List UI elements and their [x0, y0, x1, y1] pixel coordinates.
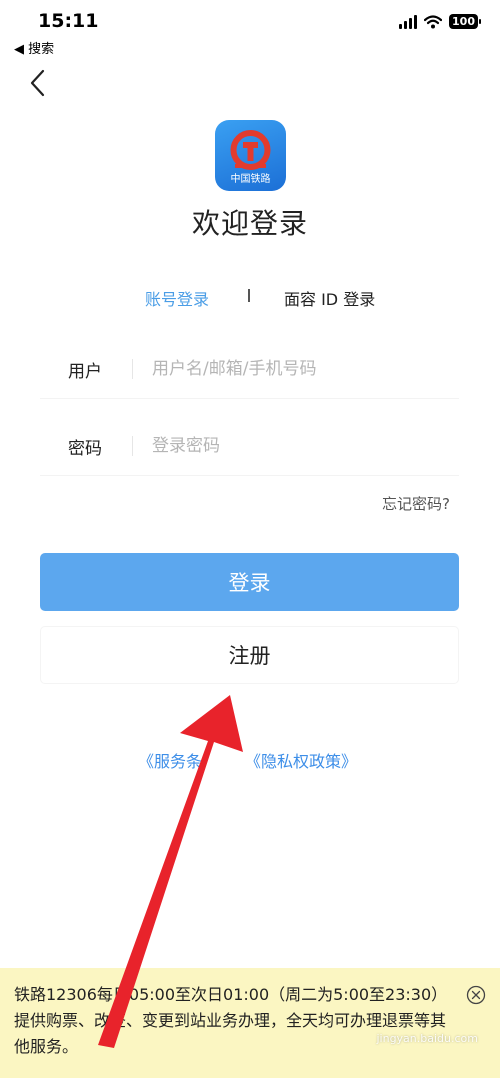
field-divider: [132, 359, 133, 379]
user-field-row: 用户: [40, 340, 459, 399]
railway-logo-icon: 中国铁路: [215, 120, 286, 191]
password-field-row: 密码: [40, 417, 459, 476]
privacy-policy-link[interactable]: 《隐私权政策》: [245, 748, 357, 772]
username-input[interactable]: [152, 354, 442, 384]
notice-text: 铁路12306每日05:00至次日01:00（周二为5:00至23:30）提供购…: [14, 985, 448, 1056]
service-terms-link[interactable]: 《服务条: [138, 748, 202, 772]
back-to-search-link[interactable]: ◀ 搜索: [14, 38, 54, 57]
forgot-password-link[interactable]: 忘记密码?: [382, 493, 450, 514]
tab-divider: [248, 289, 250, 302]
page-title: 欢迎登录: [191, 207, 308, 240]
back-chevron-icon[interactable]: [24, 66, 54, 100]
status-time: 15:11: [38, 10, 99, 32]
watermark: jingyan.baidu.com: [376, 1032, 478, 1045]
login-button[interactable]: 登录: [40, 553, 459, 611]
status-bar: 15:11 ◀ 搜索 100: [0, 0, 500, 57]
tab-account-login[interactable]: 账号登录: [145, 286, 209, 310]
status-icons: 100: [399, 14, 481, 29]
wifi-icon: [424, 14, 443, 28]
field-divider: [132, 436, 133, 456]
tab-face-id-login[interactable]: 面容 ID 登录: [284, 286, 375, 310]
close-circle-icon[interactable]: [466, 985, 486, 1005]
password-label: 密码: [68, 439, 102, 459]
user-label: 用户: [68, 362, 102, 382]
service-notice-banner: 铁路12306每日05:00至次日01:00（周二为5:00至23:30）提供购…: [0, 968, 500, 1078]
login-tabs: 账号登录 面容 ID 登录: [0, 286, 500, 310]
signal-icon: [399, 14, 418, 29]
logo-text: 中国铁路: [230, 174, 271, 185]
login-screen: 15:11 ◀ 搜索 100 中国铁路 欢迎登录 账号登录 面容 ID 登录 用…: [0, 0, 500, 1078]
password-input[interactable]: [152, 431, 442, 461]
register-button[interactable]: 注册: [40, 626, 459, 684]
battery-icon: 100: [449, 14, 481, 29]
